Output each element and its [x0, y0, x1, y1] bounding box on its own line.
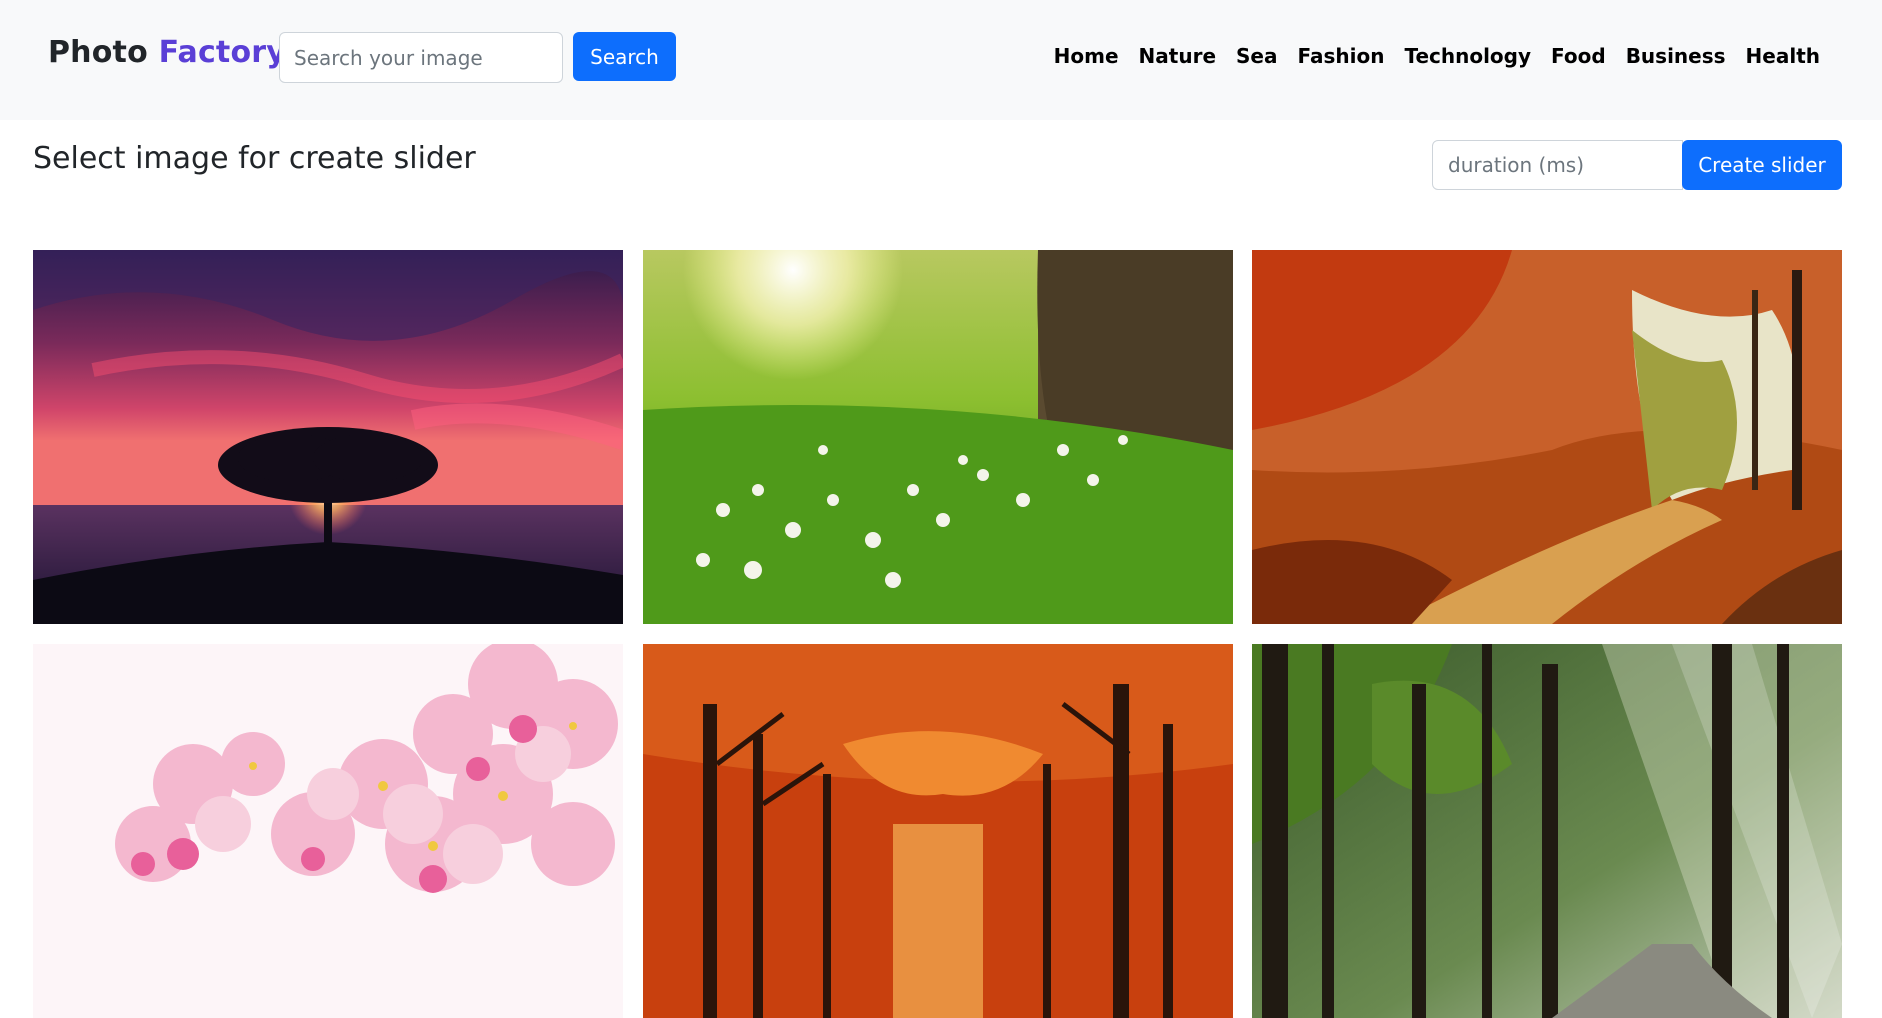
brand-logo[interactable]: Photo Factory: [48, 35, 286, 70]
image-tile-sunlit-forest[interactable]: [1252, 644, 1842, 1018]
image-tile-tree-sunset[interactable]: [33, 250, 623, 624]
meadow-flowers-image: [643, 250, 1233, 624]
nav-sea[interactable]: Sea: [1236, 44, 1277, 68]
duration-input[interactable]: [1432, 140, 1683, 190]
create-slider-button[interactable]: Create slider: [1682, 140, 1842, 190]
image-tile-autumn-path[interactable]: [1252, 250, 1842, 624]
autumn-forest-red-image: [643, 644, 1233, 1018]
page-title: Select image for create slider: [33, 141, 476, 176]
brand-accent-text: Factory: [158, 35, 287, 70]
autumn-path-image: [1252, 250, 1842, 624]
nav-health[interactable]: Health: [1746, 44, 1820, 68]
sunlit-forest-image: [1252, 644, 1842, 1018]
nav-technology[interactable]: Technology: [1404, 44, 1531, 68]
search-input[interactable]: [279, 32, 563, 83]
nav-fashion[interactable]: Fashion: [1297, 44, 1384, 68]
tree-sunset-image: [33, 250, 623, 624]
search-button[interactable]: Search: [573, 32, 676, 81]
image-tile-autumn-forest-red[interactable]: [643, 644, 1233, 1018]
cherry-blossoms-image: [33, 644, 623, 1018]
nav-home[interactable]: Home: [1054, 44, 1119, 68]
image-tile-cherry-blossoms[interactable]: [33, 644, 623, 1018]
brand-text: Photo: [48, 35, 159, 70]
nav-menu: Home Nature Sea Fashion Technology Food …: [1054, 44, 1820, 68]
nav-business[interactable]: Business: [1626, 44, 1726, 68]
nav-nature[interactable]: Nature: [1139, 44, 1216, 68]
nav-food[interactable]: Food: [1551, 44, 1606, 68]
navbar: Photo Factory Search Home Nature Sea Fas…: [0, 0, 1882, 120]
image-tile-meadow-flowers[interactable]: [643, 250, 1233, 624]
